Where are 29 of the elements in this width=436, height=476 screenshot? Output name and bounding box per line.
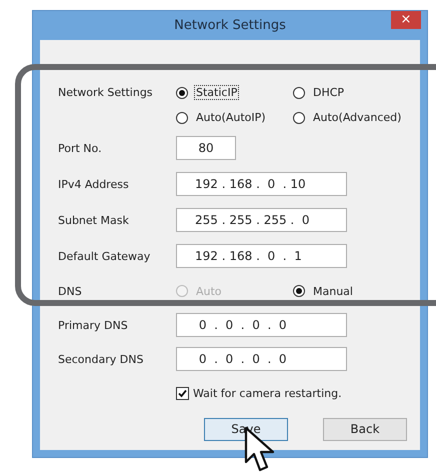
window-title: Network Settings <box>174 18 286 33</box>
radio-button-icon[interactable] <box>293 285 305 297</box>
field-label: DNS <box>58 284 83 298</box>
input-field[interactable]: 192 . 168 . 0 . 1 <box>176 244 347 268</box>
back-button[interactable]: Back <box>323 418 407 440</box>
input-field[interactable]: 80 <box>176 136 236 160</box>
field-label: Subnet Mask <box>58 214 130 226</box>
radio-option[interactable]: Auto(Advanced) <box>293 110 410 125</box>
close-button[interactable]: × <box>391 11 421 29</box>
input-field[interactable]: 0 . 0 . 0 . 0 <box>176 347 347 371</box>
radio-button-icon[interactable] <box>176 112 188 124</box>
input-field[interactable]: 255 . 255 . 255 . 0 <box>176 208 347 232</box>
field-label: Network Settings <box>58 86 154 99</box>
radio-option[interactable]: Auto(AutoIP) <box>176 110 293 125</box>
radio-button-icon[interactable] <box>293 86 305 98</box>
wait-checkbox[interactable]: Wait for camera restarting. <box>176 386 342 400</box>
radio-button-icon[interactable] <box>293 112 305 124</box>
field-label: Primary DNS <box>58 318 129 332</box>
radio-button-icon[interactable] <box>176 86 188 98</box>
field-label: IPv4 Address <box>58 178 130 190</box>
field-label: Default Gateway <box>58 250 152 262</box>
checkmark-icon <box>178 388 187 398</box>
field-label: Secondary DNS <box>58 352 144 366</box>
radio-option[interactable]: StaticIP <box>176 85 293 100</box>
radio-option[interactable]: DHCP <box>293 85 410 100</box>
input-field[interactable]: 192 . 168 . 0 . 10 <box>176 172 347 196</box>
input-field[interactable]: 0 . 0 . 0 . 0 <box>176 313 347 337</box>
field-label: Port No. <box>58 142 103 154</box>
radio-option[interactable]: Manual <box>293 284 410 298</box>
